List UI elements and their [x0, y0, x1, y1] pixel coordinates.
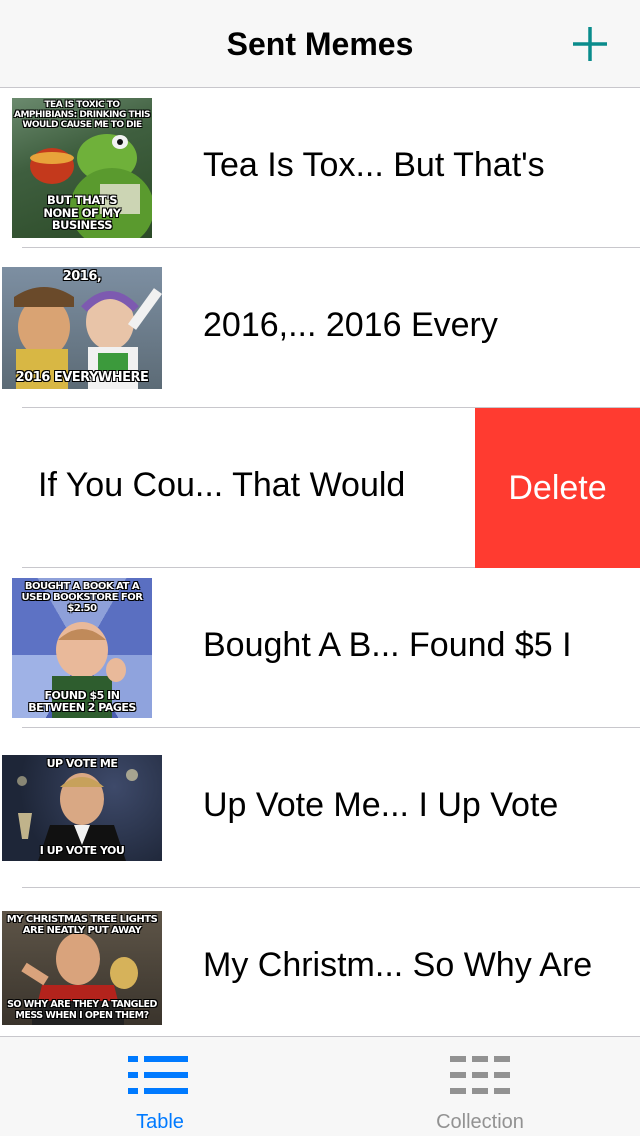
table-row[interactable]: Bought a book at a used bookstore for $2…: [0, 568, 640, 728]
meme-title: 2016,... 2016 Every: [203, 306, 498, 344]
meme-thumbnail: My Christmas tree lights are neatly put …: [2, 911, 162, 1025]
meme-title: Up Vote Me... I Up Vote: [203, 786, 559, 824]
table-row[interactable]: Up vote me I up vote you Up Vote Me... I…: [0, 728, 640, 888]
navigation-bar: Sent Memes: [0, 0, 640, 88]
meme-title: My Christm... So Why Are: [203, 946, 593, 984]
plus-icon: [573, 27, 607, 61]
tab-collection-label: Collection: [436, 1111, 524, 1133]
table-row[interactable]: Tea is toxic to amphibians: drinking thi…: [0, 88, 640, 248]
meme-top-text: My Christmas tree lights are neatly put …: [6, 914, 158, 936]
meme-thumbnail: Tea is toxic to amphibians: drinking thi…: [12, 98, 152, 238]
meme-top-text: 2016,: [62, 269, 102, 284]
app-screen: Sent Memes Tea is toxic to: [0, 0, 640, 1136]
meme-thumbnail: Up vote me I up vote you: [2, 755, 162, 861]
tab-table-label: Table: [136, 1111, 184, 1133]
add-meme-button[interactable]: [566, 22, 614, 66]
meme-title: Tea Is Tox... But That's: [203, 146, 545, 184]
tab-table[interactable]: Table: [0, 1037, 320, 1136]
meme-bottom-text: So why are they a tangled mess when I op…: [7, 999, 157, 1021]
meme-thumbnail: Bought a book at a used bookstore for $2…: [12, 578, 152, 718]
table-row[interactable]: 2016, 2016 everywhere 2016,... 2016 Ever…: [0, 248, 640, 408]
meme-bottom-text: 2016 everywhere: [15, 369, 149, 385]
table-row-swiped[interactable]: If You Cou... That Would Delete: [0, 408, 640, 568]
meme-bottom-text: But that's none of my business: [43, 193, 121, 233]
grid-icon: [450, 1056, 510, 1094]
meme-top-text: Tea is toxic to amphibians: drinking thi…: [14, 100, 150, 130]
list-icon: [128, 1056, 188, 1094]
meme-bottom-text: I up vote you: [39, 843, 125, 857]
meme-top-text: Up vote me: [46, 757, 118, 770]
tab-bar: Table Collection: [0, 1036, 640, 1136]
table-row[interactable]: My Christmas tree lights are neatly put …: [0, 888, 640, 1036]
page-title: Sent Memes: [226, 26, 414, 62]
sent-memes-table[interactable]: Tea is toxic to amphibians: drinking thi…: [0, 88, 640, 1036]
meme-top-text: Bought a book at a used bookstore for $2…: [21, 581, 143, 614]
tab-collection[interactable]: Collection: [320, 1037, 640, 1136]
meme-thumbnail: 2016, 2016 everywhere: [2, 267, 162, 389]
meme-bottom-text: Found $5 in between 2 pages: [28, 688, 136, 714]
meme-title: If You Cou... That Would: [38, 466, 406, 504]
meme-title: Bought A B... Found $5 I: [203, 626, 572, 664]
delete-button[interactable]: Delete: [475, 408, 640, 568]
